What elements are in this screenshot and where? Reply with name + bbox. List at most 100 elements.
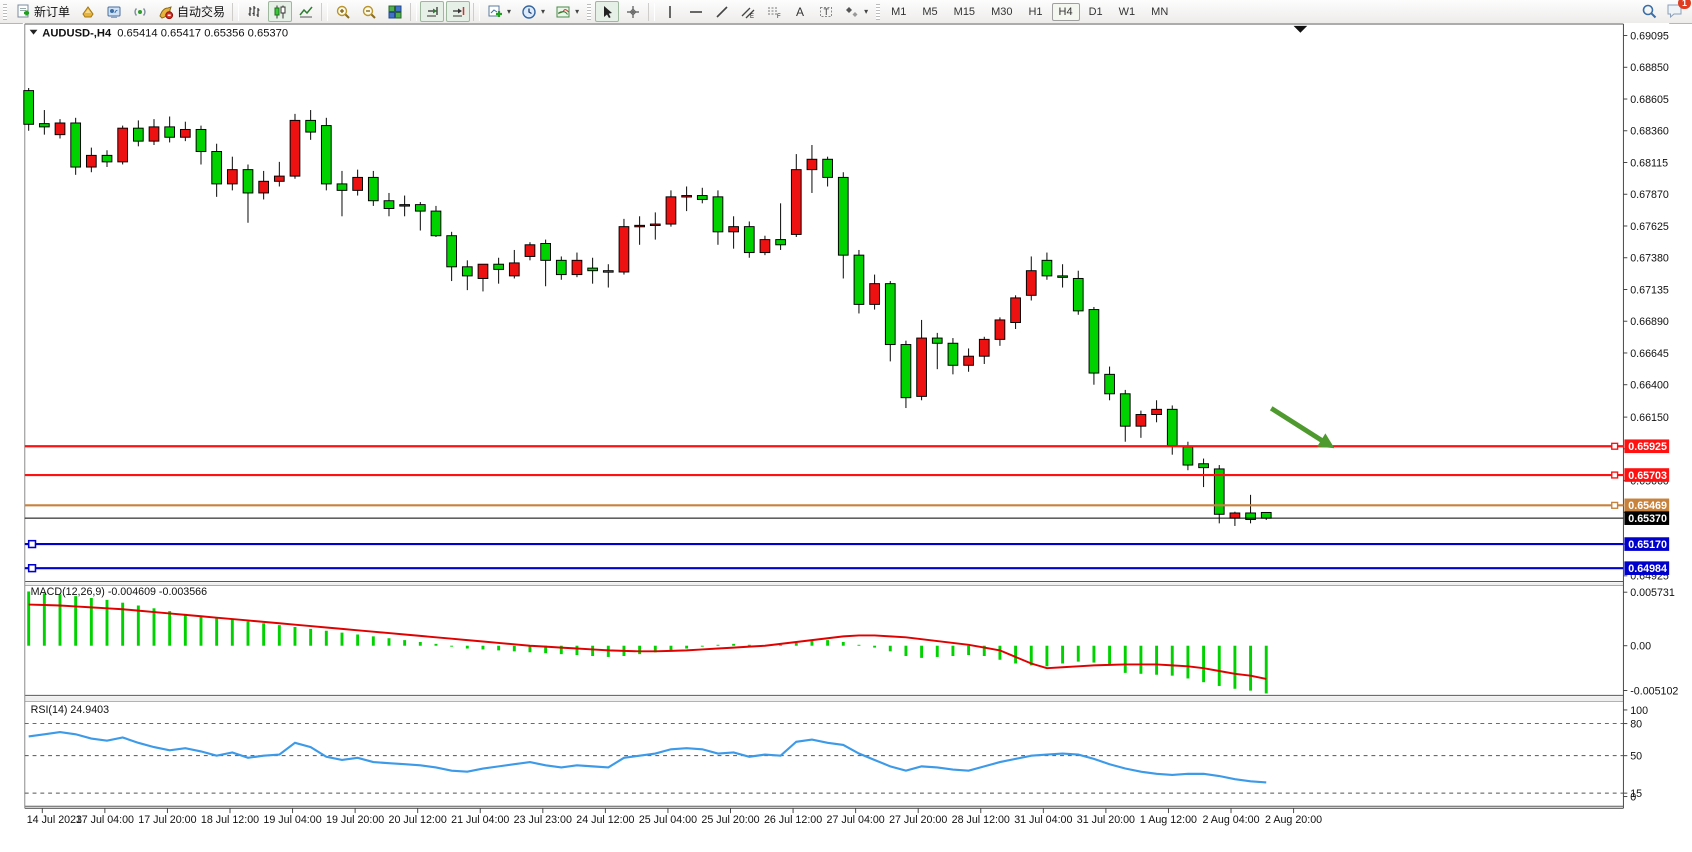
candle-body-up bbox=[666, 197, 676, 224]
price-tick-label: 0.68360 bbox=[1630, 126, 1669, 138]
timeframe-button-h4[interactable]: H4 bbox=[1052, 3, 1080, 21]
price-tick-label: 0.68605 bbox=[1630, 94, 1669, 106]
bar-chart-mode-button[interactable] bbox=[242, 1, 266, 22]
autotrading-button[interactable]: 自动交易 bbox=[154, 1, 229, 22]
candle-body-down bbox=[885, 284, 895, 345]
candle-body-down bbox=[1105, 374, 1115, 393]
candle-body-up bbox=[149, 127, 159, 141]
main-toolbar: 新订单 自动交易 bbox=[0, 0, 1692, 24]
candle-body-up bbox=[682, 196, 692, 197]
crosshair-tool-button[interactable] bbox=[621, 1, 645, 22]
candle-body-down bbox=[71, 123, 81, 167]
candle-body-up bbox=[55, 123, 65, 135]
candle-body-down bbox=[1199, 464, 1209, 468]
toolbar-separator bbox=[473, 3, 480, 21]
hline-handle[interactable] bbox=[29, 565, 36, 572]
tile-windows-button[interactable] bbox=[383, 1, 407, 22]
timeframe-button-m1[interactable]: M1 bbox=[884, 3, 913, 21]
candle-body-down bbox=[713, 197, 723, 232]
new-order-icon bbox=[15, 4, 31, 20]
community-button[interactable] bbox=[102, 1, 126, 22]
tile-windows-icon bbox=[387, 4, 403, 20]
candle-body-up bbox=[1136, 415, 1146, 427]
chart-shift-button[interactable] bbox=[446, 1, 470, 22]
zoom-out-button[interactable] bbox=[357, 1, 381, 22]
timeframe-button-m30[interactable]: M30 bbox=[984, 3, 1019, 21]
market-button[interactable] bbox=[76, 1, 100, 22]
hline-handle[interactable] bbox=[1612, 502, 1618, 508]
channel-icon: E bbox=[740, 4, 756, 20]
candle-body-up bbox=[1011, 298, 1021, 323]
new-order-button[interactable]: 新订单 bbox=[11, 1, 74, 22]
price-line-label: 0.64984 bbox=[1628, 563, 1667, 575]
candle-body-down bbox=[588, 268, 598, 271]
clock-icon bbox=[521, 4, 537, 20]
time-tick-label: 31 Jul 04:00 bbox=[1014, 814, 1072, 826]
chart-shift-icon bbox=[450, 4, 466, 20]
new-chart-button[interactable]: ▾ bbox=[483, 1, 515, 22]
search-icon[interactable] bbox=[1641, 3, 1658, 20]
timeframe-button-w1[interactable]: W1 bbox=[1112, 3, 1143, 21]
auto-scroll-button[interactable] bbox=[420, 1, 444, 22]
candle-body-down bbox=[447, 236, 457, 267]
bar-chart-icon bbox=[246, 4, 262, 20]
text-label-tool-button[interactable]: T bbox=[814, 1, 838, 22]
panel-splitter[interactable] bbox=[25, 582, 1624, 585]
chart-canvas[interactable]: 0.0057310.00-0.005102 1008050150 0.69095… bbox=[0, 23, 1692, 852]
arrows-tool-button[interactable]: ▾ bbox=[840, 1, 872, 22]
toolbar-grip[interactable] bbox=[3, 4, 7, 20]
candle-body-down bbox=[901, 345, 911, 398]
timeframe-button-h1[interactable]: H1 bbox=[1021, 3, 1049, 21]
candle-body-down bbox=[1261, 512, 1271, 518]
svg-text:T: T bbox=[824, 7, 830, 17]
community-icon bbox=[106, 4, 122, 20]
price-line-label: 0.65469 bbox=[1628, 500, 1667, 512]
period-button[interactable]: ▾ bbox=[517, 1, 549, 22]
chart-ohlc-readout: 0.65414 0.65417 0.65356 0.65370 bbox=[117, 28, 288, 40]
timeframe-button-d1[interactable]: D1 bbox=[1082, 3, 1110, 21]
cursor-tool-button[interactable] bbox=[595, 1, 619, 22]
hline-handle[interactable] bbox=[1612, 472, 1618, 478]
zoom-in-button[interactable] bbox=[331, 1, 355, 22]
vertical-line-tool-button[interactable] bbox=[658, 1, 682, 22]
fibonacci-tool-button[interactable]: F bbox=[762, 1, 786, 22]
timeframe-button-m5[interactable]: M5 bbox=[915, 3, 944, 21]
text-icon: A bbox=[792, 4, 808, 20]
hline-handle[interactable] bbox=[29, 541, 36, 548]
toolbar-grip[interactable] bbox=[876, 4, 880, 20]
trading-app-window: 新订单 自动交易 bbox=[0, 0, 1692, 852]
candle-body-down bbox=[24, 91, 34, 125]
time-tick-label: 2 Aug 04:00 bbox=[1202, 814, 1259, 826]
hline-handle[interactable] bbox=[1612, 443, 1618, 449]
candle-body-up bbox=[979, 339, 989, 356]
dropdown-caret: ▾ bbox=[575, 7, 579, 16]
signals-button[interactable] bbox=[128, 1, 152, 22]
time-tick-label: 31 Jul 20:00 bbox=[1077, 814, 1135, 826]
candle-body-up bbox=[964, 356, 974, 365]
trendline-tool-button[interactable] bbox=[710, 1, 734, 22]
indicators-button[interactable]: ▾ bbox=[551, 1, 583, 22]
zoom-out-icon bbox=[361, 4, 377, 20]
equidistant-channel-tool-button[interactable]: E bbox=[736, 1, 760, 22]
candle-body-up bbox=[635, 225, 645, 226]
candlestick-mode-button[interactable] bbox=[268, 1, 292, 22]
line-chart-mode-button[interactable] bbox=[294, 1, 318, 22]
notifications-button[interactable]: 1 bbox=[1666, 2, 1684, 22]
horizontal-line-icon bbox=[688, 4, 704, 20]
candle-body-down bbox=[196, 129, 206, 151]
horizontal-line-tool-button[interactable] bbox=[684, 1, 708, 22]
timeframe-button-mn[interactable]: MN bbox=[1144, 3, 1175, 21]
candle-body-down bbox=[165, 127, 175, 137]
toolbar-grip[interactable] bbox=[587, 4, 591, 20]
toolbar-separator bbox=[410, 3, 417, 21]
candle-body-up bbox=[917, 338, 927, 396]
zoom-in-icon bbox=[335, 4, 351, 20]
svg-text:F: F bbox=[777, 14, 781, 20]
timeframe-button-m15[interactable]: M15 bbox=[947, 3, 982, 21]
candle-body-down bbox=[948, 343, 958, 365]
panel-splitter[interactable] bbox=[25, 696, 1624, 701]
text-tool-button[interactable]: A bbox=[788, 1, 812, 22]
rsi-label: RSI(14) 24.9403 bbox=[31, 704, 109, 716]
candle-body-down bbox=[431, 211, 441, 236]
price-tick-label: 0.66150 bbox=[1630, 412, 1669, 424]
